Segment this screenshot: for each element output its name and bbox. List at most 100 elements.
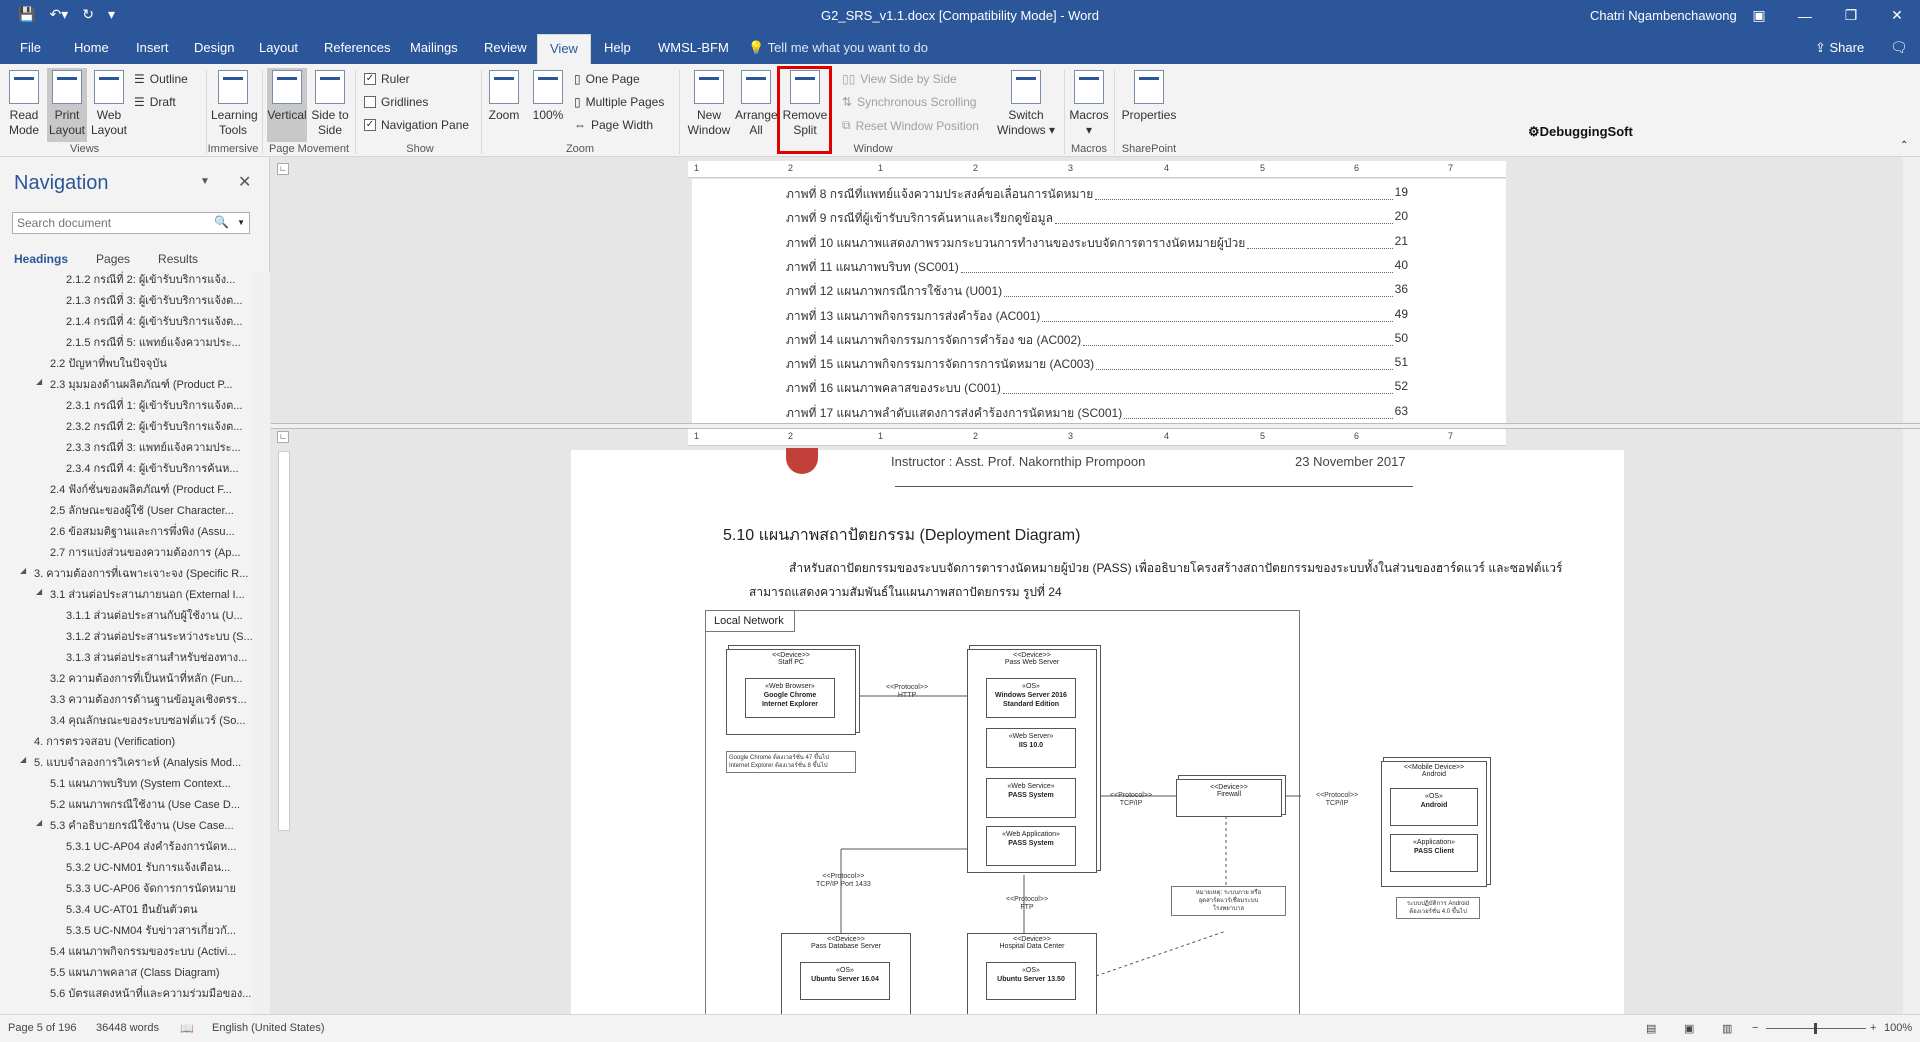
gridlines-checkbox[interactable]: Gridlines bbox=[364, 95, 428, 109]
nav-heading-item[interactable]: 5.3.2 UC-NM01 รับการแจ้งเตือน... bbox=[66, 858, 230, 876]
nav-heading-item[interactable]: 2.7 การแบ่งส่วนของความต้องการ (Ap... bbox=[50, 543, 241, 561]
nav-heading-item[interactable]: 2.3.3 กรณีที่ 3: แพทย์แจ้งความประ... bbox=[66, 438, 241, 456]
nav-heading-item[interactable]: ◢ 3. ความต้องการที่เฉพาะเจาะจง (Specific … bbox=[20, 564, 248, 582]
figure-list-entry[interactable]: ภาพที่ 16 แผนภาพคลาสของระบบ (C001) 52 bbox=[786, 379, 1408, 398]
chevron-down-icon[interactable]: ▼ bbox=[200, 176, 210, 187]
read-mode-view-icon[interactable]: ▤ bbox=[1646, 1022, 1656, 1035]
zoom-slider-thumb[interactable] bbox=[1814, 1023, 1817, 1034]
new-window-button[interactable]: New Window bbox=[684, 70, 734, 138]
chevron-down-icon[interactable]: ▼ bbox=[237, 218, 245, 227]
nav-heading-item[interactable]: 5.6 บัตรแสดงหน้าที่และความร่วมมือของ... bbox=[50, 984, 251, 1002]
zoom-out-icon[interactable]: − bbox=[1752, 1022, 1758, 1034]
web-layout-button[interactable]: Web Layout bbox=[90, 70, 128, 138]
user-name[interactable]: Chatri Ngambenchawong bbox=[1590, 8, 1737, 23]
ribbon-display-options-icon[interactable]: ▣ bbox=[1736, 0, 1782, 31]
zoom-100-button[interactable]: 100% bbox=[528, 70, 568, 123]
outline-button[interactable]: ☰ Outline bbox=[134, 72, 188, 86]
scrollbar[interactable] bbox=[1903, 429, 1920, 1014]
scrollbar[interactable] bbox=[253, 272, 270, 1014]
figure-list-entry[interactable]: ภาพที่ 13 แผนภาพกิจกรรมการส่งคำร้อง (AC0… bbox=[786, 307, 1408, 326]
reset-window-position-button[interactable]: ⧉ Reset Window Position bbox=[842, 118, 979, 133]
tab-results[interactable]: Results bbox=[158, 252, 198, 266]
nav-heading-item[interactable]: 5.1 แผนภาพบริบท (System Context... bbox=[50, 774, 231, 792]
nav-heading-item[interactable]: 2.4 ฟังก์ชั่นของผลิตภัณฑ์ (Product F... bbox=[50, 480, 232, 498]
nav-heading-item[interactable]: 3.3 ความต้องการด้านฐานข้อมูลเชิงตรร... bbox=[50, 690, 247, 708]
expand-triangle-icon[interactable]: ◢ bbox=[36, 818, 42, 827]
nav-heading-item[interactable]: 3.1.2 ส่วนต่อประสานระหว่างระบบ (S... bbox=[66, 627, 253, 645]
figure-list-entry[interactable]: ภาพที่ 17 แผนภาพลำดับแสดงการส่งคำร้องการ… bbox=[786, 404, 1408, 423]
page-width-button[interactable]: ⇔ Page Width bbox=[574, 118, 653, 132]
expand-triangle-icon[interactable]: ◢ bbox=[36, 587, 42, 596]
nav-heading-item[interactable]: 5.3.1 UC-AP04 ส่งคำร้องการนัดห... bbox=[66, 837, 236, 855]
nav-heading-item[interactable]: 2.1.3 กรณีที่ 3: ผู้เข้ารับบริการแจ้งต..… bbox=[66, 291, 242, 309]
tab-view[interactable]: View bbox=[537, 34, 591, 64]
share-button[interactable]: ⇪ Share bbox=[1815, 40, 1864, 56]
tab-references[interactable]: References bbox=[324, 40, 390, 55]
close-button[interactable]: ✕ bbox=[1874, 0, 1920, 31]
tab-home[interactable]: Home bbox=[74, 40, 109, 55]
draft-button[interactable]: ☰ Draft bbox=[134, 95, 176, 109]
vertical-button[interactable]: Vertical bbox=[267, 68, 307, 142]
nav-heading-item[interactable]: 3.2 ความต้องการที่เป็นหน้าที่หลัก (Fun..… bbox=[50, 669, 242, 687]
print-layout-button[interactable]: Print Layout bbox=[47, 68, 87, 142]
figure-list-entry[interactable]: ภาพที่ 9 กรณีที่ผู้เข้ารับบริการค้นหาและ… bbox=[786, 209, 1408, 228]
nav-heading-item[interactable]: ◢ 5.3 คำอธิบายกรณีใช้งาน (Use Case... bbox=[36, 816, 234, 834]
view-side-by-side-button[interactable]: ▯▯ View Side by Side bbox=[842, 72, 957, 86]
nav-heading-item[interactable]: 2.6 ข้อสมมติฐานและการพึ่งพิง (Assu... bbox=[50, 522, 235, 540]
restore-button[interactable]: ❐ bbox=[1828, 0, 1874, 31]
close-icon[interactable]: ✕ bbox=[238, 172, 251, 192]
figure-list-entry[interactable]: ภาพที่ 11 แผนภาพบริบท (SC001) 40 bbox=[786, 258, 1408, 277]
nav-heading-item[interactable]: 2.2 ปัญหาที่พบในปัจจุบัน bbox=[50, 354, 167, 372]
figure-list-entry[interactable]: ภาพที่ 14 แผนภาพกิจกรรมการจัดการคำร้อง ข… bbox=[786, 331, 1408, 350]
zoom-button[interactable]: Zoom bbox=[486, 70, 522, 123]
nav-heading-item[interactable]: 3.4 คุณลักษณะของระบบซอฟต์แวร์ (So... bbox=[50, 711, 245, 729]
tab-selector-icon[interactable]: ∟ bbox=[277, 163, 289, 175]
figure-list-entry[interactable]: ภาพที่ 12 แผนภาพกรณีการใช้งาน (U001) 36 bbox=[786, 282, 1408, 301]
nav-heading-item[interactable]: 5.3.4 UC-AT01 ยืนยันตัวตน bbox=[66, 900, 198, 918]
learning-tools-button[interactable]: Learning Tools bbox=[211, 70, 258, 138]
print-layout-view-icon[interactable]: ▣ bbox=[1684, 1022, 1694, 1035]
nav-heading-item[interactable]: 2.3.4 กรณีที่ 4: ผู้เข้ารับบริการค้นห... bbox=[66, 459, 239, 477]
tab-layout[interactable]: Layout bbox=[259, 40, 298, 55]
synchronous-scrolling-button[interactable]: ⇅ Synchronous Scrolling bbox=[842, 95, 976, 109]
tab-insert[interactable]: Insert bbox=[136, 40, 169, 55]
nav-heading-item[interactable]: ◢ 2.3 มุมมองด้านผลิตภัณฑ์ (Product P... bbox=[36, 375, 233, 393]
zoom-slider[interactable] bbox=[1766, 1023, 1866, 1034]
nav-heading-item[interactable]: 5.3.5 UC-NM04 รับข่าวสารเกี่ยวกั... bbox=[66, 921, 236, 939]
properties-button[interactable]: Properties bbox=[1118, 70, 1180, 123]
multiple-pages-button[interactable]: ▯ Multiple Pages bbox=[574, 95, 664, 109]
expand-triangle-icon[interactable]: ◢ bbox=[20, 755, 26, 764]
search-icon[interactable]: 🔍 bbox=[214, 215, 229, 229]
comments-icon[interactable]: 🗨 bbox=[1890, 39, 1908, 56]
scrollbar[interactable] bbox=[1903, 157, 1920, 423]
minimize-button[interactable]: — bbox=[1782, 0, 1828, 31]
navigation-pane-checkbox[interactable]: ✓ Navigation Pane bbox=[364, 118, 469, 132]
zoom-level[interactable]: 100% bbox=[1884, 1022, 1912, 1034]
language-indicator[interactable]: English (United States) bbox=[212, 1022, 325, 1034]
nav-heading-item[interactable]: 2.1.4 กรณีที่ 4: ผู้เข้ารับบริการแจ้งต..… bbox=[66, 312, 242, 330]
nav-heading-item[interactable]: ◢ 3.1 ส่วนต่อประสานภายนอก (External I... bbox=[36, 585, 245, 603]
zoom-in-icon[interactable]: + bbox=[1870, 1022, 1876, 1034]
ruler-checkbox[interactable]: ✓ Ruler bbox=[364, 72, 410, 86]
vertical-ruler[interactable] bbox=[278, 451, 290, 831]
collapse-ribbon-icon[interactable]: ⌃ bbox=[1900, 140, 1908, 151]
nav-heading-item[interactable]: 5.5 แผนภาพคลาส (Class Diagram) bbox=[50, 963, 220, 981]
tab-pages[interactable]: Pages bbox=[96, 252, 130, 266]
switch-windows-button[interactable]: Switch Windows ▾ bbox=[996, 70, 1056, 138]
tab-help[interactable]: Help bbox=[604, 40, 631, 55]
expand-triangle-icon[interactable]: ◢ bbox=[36, 377, 42, 386]
horizontal-ruler[interactable]: 1 2 1 2 3 4 5 6 7 bbox=[688, 161, 1506, 178]
nav-heading-item[interactable]: 2.3.1 กรณีที่ 1: ผู้เข้ารับบริการแจ้งต..… bbox=[66, 396, 242, 414]
nav-heading-item[interactable]: 5.2 แผนภาพกรณีใช้งาน (Use Case D... bbox=[50, 795, 240, 813]
figure-list-entry[interactable]: ภาพที่ 10 แผนภาพแสดงภาพรวมกระบวนการทำงาน… bbox=[786, 234, 1408, 253]
tab-headings[interactable]: Headings bbox=[14, 252, 68, 266]
figure-list-entry[interactable]: ภาพที่ 8 กรณีที่แพทย์แจ้งความประสงค์ขอเล… bbox=[786, 185, 1408, 204]
tab-review[interactable]: Review bbox=[484, 40, 527, 55]
nav-heading-item[interactable]: 5.4 แผนภาพกิจกรรมของระบบ (Activi... bbox=[50, 942, 236, 960]
expand-triangle-icon[interactable]: ◢ bbox=[20, 566, 26, 575]
horizontal-ruler[interactable]: 1 2 1 2 3 4 5 6 7 bbox=[688, 429, 1506, 446]
nav-heading-item[interactable]: 2.1.2 กรณีที่ 2: ผู้เข้ารับบริการแจ้ง... bbox=[66, 270, 235, 288]
page-count[interactable]: Page 5 of 196 bbox=[8, 1022, 77, 1034]
nav-heading-item[interactable]: ◢ 5. แบบจำลองการวิเคราะห์ (Analysis Mod..… bbox=[20, 753, 241, 771]
nav-heading-item[interactable]: 2.1.5 กรณีที่ 5: แพทย์แจ้งความประ... bbox=[66, 333, 241, 351]
